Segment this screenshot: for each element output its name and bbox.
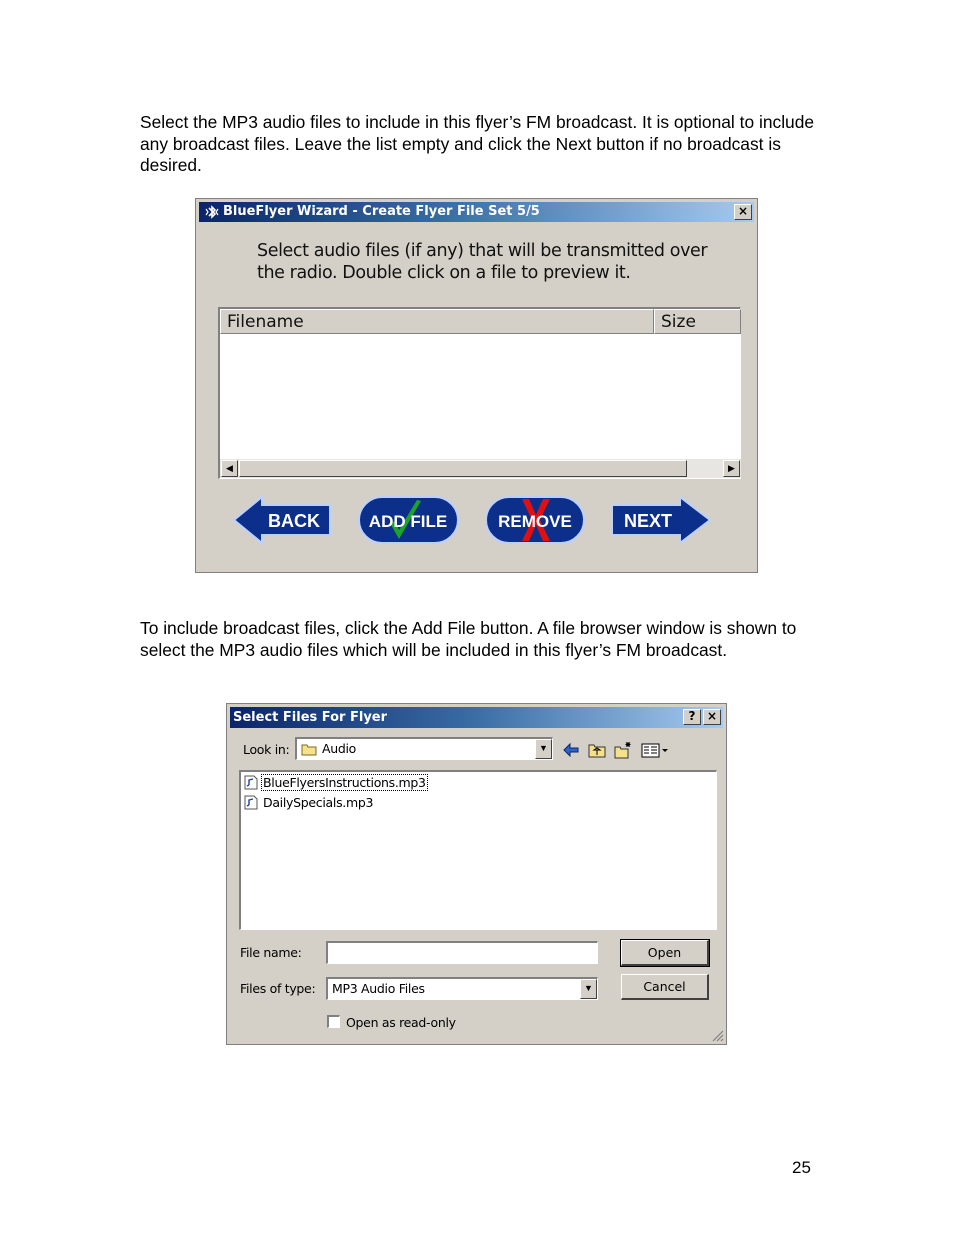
file-name: DailySpecials.mp3 <box>263 795 374 810</box>
wizard-window: BlueFlyer Wizard - Create Flyer File Set… <box>195 198 758 573</box>
instruction-line-2: the radio. Double click on a file to pre… <box>257 263 631 283</box>
look-in-combo[interactable]: Audio ▼ <box>295 737 553 760</box>
scroll-right-button[interactable]: ▶ <box>723 460 740 477</box>
file-name-input[interactable] <box>326 941 598 964</box>
remove-label: REMOVE <box>498 512 572 531</box>
file-name-label: File name: <box>240 945 302 960</box>
wizard-title-bar[interactable]: BlueFlyer Wizard - Create Flyer File Set… <box>199 202 754 222</box>
column-header-size[interactable]: Size <box>654 309 741 334</box>
back-arrow-icon[interactable] <box>561 741 581 759</box>
wizard-title: BlueFlyer Wizard - Create Flyer File Set… <box>223 204 540 219</box>
column-header-filename[interactable]: Filename <box>220 309 654 334</box>
view-menu-icon[interactable] <box>640 741 670 759</box>
look-in-value: Audio <box>322 741 357 756</box>
instruction-line-1: Select audio files (if any) that will be… <box>257 241 708 261</box>
dialog-title: Select Files For Flyer <box>233 710 388 725</box>
file-list[interactable]: BlueFlyersInstructions.mp3 DailySpecials… <box>239 770 717 930</box>
back-button[interactable]: BACK <box>232 495 332 545</box>
audio-file-icon <box>244 795 258 810</box>
open-button[interactable]: Open <box>620 939 710 967</box>
read-only-label: Open as read-only <box>346 1015 456 1030</box>
folder-icon <box>301 744 317 756</box>
up-folder-icon[interactable] <box>587 741 607 759</box>
wizard-instructions: Select audio files (if any) that will be… <box>257 240 727 284</box>
horizontal-scrollbar[interactable]: ◀ ▶ <box>220 459 741 478</box>
scroll-thumb[interactable] <box>239 460 687 477</box>
dialog-close-button[interactable]: × <box>703 709 721 725</box>
page-number: 25 <box>792 1158 811 1177</box>
next-button[interactable]: NEXT <box>610 495 712 545</box>
scroll-left-button[interactable]: ◀ <box>221 460 238 477</box>
files-of-type-dropdown-arrow[interactable]: ▼ <box>580 979 597 999</box>
files-of-type-combo[interactable]: MP3 Audio Files ▼ <box>326 977 598 1000</box>
file-name: BlueFlyersInstructions.mp3 <box>261 774 428 791</box>
files-of-type-value: MP3 Audio Files <box>332 981 425 996</box>
help-button[interactable]: ? <box>683 709 701 725</box>
add-file-button[interactable]: ADD FILE <box>357 495 460 545</box>
audio-file-list[interactable]: Filename Size ◀ ▶ <box>218 307 741 479</box>
wizard-close-button[interactable]: × <box>734 204 752 220</box>
look-in-dropdown-arrow[interactable]: ▼ <box>535 739 552 759</box>
new-folder-icon[interactable] <box>613 741 633 759</box>
intro-paragraph: Select the MP3 audio files to include in… <box>140 112 815 175</box>
audio-file-icon <box>244 775 258 790</box>
back-label: BACK <box>268 511 320 531</box>
dialog-title-bar[interactable]: Select Files For Flyer ? × <box>230 707 723 728</box>
read-only-checkbox[interactable] <box>327 1015 340 1028</box>
add-file-label: ADD FILE <box>369 512 447 531</box>
resize-grip-icon[interactable] <box>711 1029 724 1042</box>
cancel-button[interactable]: Cancel <box>621 974 709 1000</box>
next-label: NEXT <box>624 511 672 531</box>
remove-button[interactable]: REMOVE <box>484 495 586 545</box>
files-of-type-label: Files of type: <box>240 981 316 996</box>
look-in-label: Look in: <box>243 742 290 757</box>
middle-paragraph: To include broadcast files, click the Ad… <box>140 618 797 660</box>
select-files-dialog: Select Files For Flyer ? × Look in: Audi… <box>226 703 727 1045</box>
bluetooth-icon <box>205 205 219 219</box>
